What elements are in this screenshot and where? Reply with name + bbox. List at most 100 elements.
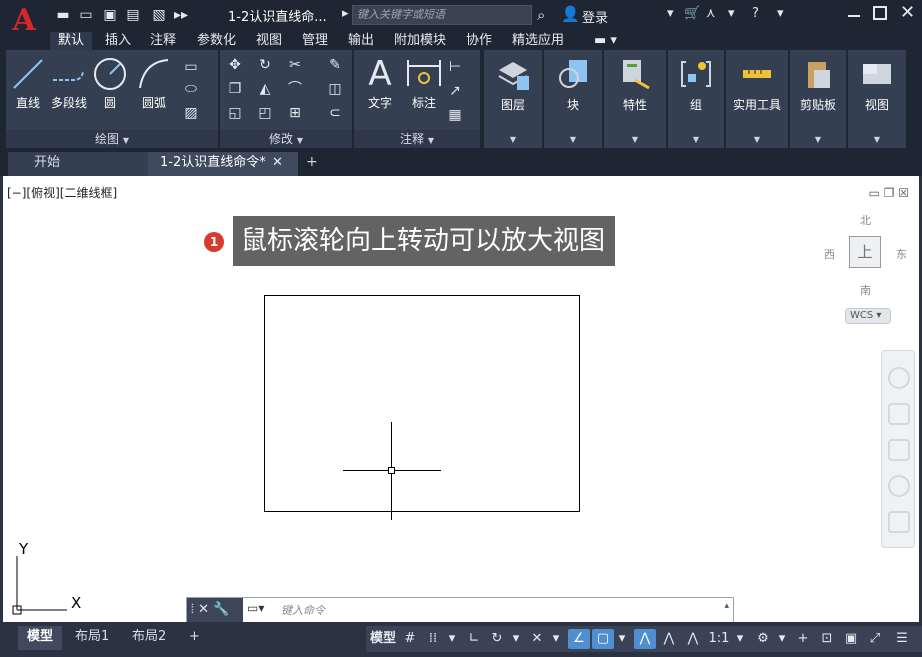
- layers-tool[interactable]: 图层: [484, 54, 542, 113]
- layers-dropdown-icon[interactable]: ▼: [484, 135, 542, 144]
- tab-manage[interactable]: 管理: [302, 32, 328, 50]
- properties-panel[interactable]: 特性 ▼: [604, 50, 666, 148]
- stretch-icon[interactable]: ◱: [226, 104, 244, 122]
- dimension-tool[interactable]: 标注: [404, 54, 444, 111]
- close-icon[interactable]: ✕: [900, 2, 915, 23]
- cmd-expand-icon[interactable]: ▴: [724, 601, 729, 611]
- object-snap-tracking-icon[interactable]: ∠: [568, 629, 590, 649]
- layers-panel[interactable]: 图层 ▼: [484, 50, 542, 148]
- arc-tool[interactable]: 圆弧: [134, 54, 174, 111]
- cmd-close-icon[interactable]: ✕: [198, 602, 209, 617]
- login-button[interactable]: 登录: [582, 7, 608, 26]
- workspace-dropdown-icon[interactable]: ▾: [776, 629, 788, 649]
- block-dropdown-icon[interactable]: ▼: [544, 135, 602, 144]
- layout-tab-2[interactable]: 布局2: [123, 626, 175, 650]
- clipboard-dropdown-icon[interactable]: ▼: [790, 135, 846, 144]
- snap-icon[interactable]: ⁞⁞: [422, 629, 444, 649]
- modify-panel-title[interactable]: 修改 ▼: [220, 130, 352, 148]
- customization-menu-icon[interactable]: ☰: [890, 629, 914, 649]
- model-space-button[interactable]: 模型: [368, 629, 398, 649]
- tab-addins[interactable]: 附加模块: [394, 32, 446, 50]
- clipboard-tool[interactable]: 剪贴板: [790, 54, 846, 113]
- autoscale-icon[interactable]: ⋀: [658, 629, 680, 649]
- wcs-menu[interactable]: WCS ▾: [845, 308, 891, 324]
- showmotion-icon[interactable]: [888, 511, 910, 533]
- groups-panel[interactable]: 组 ▼: [668, 50, 724, 148]
- polar-icon[interactable]: ↻: [486, 629, 508, 649]
- a360-dropdown-icon[interactable]: ▾: [728, 6, 735, 21]
- cmd-grip-handle[interactable]: ⦙: [191, 602, 194, 617]
- hatch-icon[interactable]: ▨: [182, 104, 200, 122]
- ortho-icon[interactable]: ∟: [464, 629, 484, 649]
- leader-icon[interactable]: ↗: [446, 82, 464, 100]
- compass-west[interactable]: 西: [824, 246, 835, 262]
- viewport-restore-icon[interactable]: ❐: [884, 186, 895, 200]
- grid-icon[interactable]: #: [400, 629, 420, 649]
- pan-icon[interactable]: [888, 403, 910, 425]
- array-icon[interactable]: ⊞: [286, 104, 304, 122]
- save-as-icon[interactable]: ▤: [124, 6, 142, 24]
- groups-dropdown-icon[interactable]: ▼: [668, 135, 724, 144]
- orbit-icon[interactable]: [888, 475, 910, 497]
- move-icon[interactable]: ✥: [226, 56, 244, 74]
- scale-icon[interactable]: ◰: [256, 104, 274, 122]
- viewcube[interactable]: 北 西 东 南 上: [818, 212, 908, 322]
- block-tool[interactable]: 块: [544, 54, 602, 113]
- tab-default[interactable]: 默认: [50, 32, 93, 50]
- fullscreen-icon[interactable]: ⤢: [864, 629, 886, 649]
- search-icon[interactable]: ⌕: [537, 6, 545, 24]
- clipboard-panel[interactable]: 剪贴板 ▼: [790, 50, 846, 148]
- polyline-tool[interactable]: 多段线: [48, 54, 90, 111]
- annotation-scale-icon[interactable]: ⋀: [682, 629, 704, 649]
- utilities-panel[interactable]: 实用工具 ▼: [726, 50, 788, 148]
- workspace-gear-icon[interactable]: ⚙: [752, 629, 774, 649]
- login-dropdown-icon[interactable]: ▾: [667, 6, 674, 21]
- trim-icon[interactable]: ✂: [286, 56, 304, 74]
- layout-tab-1[interactable]: 布局1: [66, 626, 118, 650]
- annotation-scale-value[interactable]: 1:1: [706, 629, 732, 649]
- maximize-icon[interactable]: [873, 6, 887, 20]
- draw-panel-title[interactable]: 绘图 ▼: [6, 130, 218, 148]
- a360-icon[interactable]: ⋏: [706, 6, 716, 21]
- close-tab-icon[interactable]: ✕: [272, 152, 283, 174]
- plot-icon[interactable]: ▧: [150, 6, 168, 24]
- viewport-minimize-icon[interactable]: ▭: [868, 186, 879, 200]
- cart-icon[interactable]: 🛒: [684, 6, 700, 21]
- command-input[interactable]: 键入命令: [281, 602, 325, 618]
- explode-icon[interactable]: ◫: [326, 80, 344, 98]
- layout-tab-model[interactable]: 模型: [18, 626, 63, 650]
- user-icon[interactable]: 👤: [561, 5, 580, 23]
- rectangle-icon[interactable]: ▭: [182, 58, 200, 76]
- tab-featured-apps[interactable]: 精选应用: [512, 32, 564, 50]
- linear-dim-icon[interactable]: ⊢: [446, 58, 464, 76]
- scale-dropdown-icon[interactable]: ▾: [734, 629, 746, 649]
- polar-dropdown-icon[interactable]: ▾: [510, 629, 522, 649]
- annotation-monitor-icon[interactable]: +: [792, 629, 814, 649]
- object-snap-icon[interactable]: ▢: [592, 629, 614, 649]
- tab-annotate[interactable]: 注释: [150, 32, 176, 50]
- drawing-canvas[interactable]: [−][俯视][二维线框] ▭ ❐ ☒ 1 鼠标滚轮向上转动可以放大视图 Y X…: [3, 176, 919, 622]
- line-tool[interactable]: 直线: [10, 54, 46, 111]
- fillet-icon[interactable]: ⌒: [286, 80, 304, 98]
- quick-properties-icon[interactable]: ▣: [840, 629, 862, 649]
- help-dropdown-icon[interactable]: ▾: [777, 6, 784, 21]
- more-qat-icon[interactable]: ▸▸: [172, 6, 190, 24]
- new-tab-icon[interactable]: +: [306, 154, 318, 170]
- tab-insert[interactable]: 插入: [105, 32, 131, 50]
- ellipse-icon[interactable]: ⬭: [182, 80, 200, 98]
- add-layout-icon[interactable]: +: [180, 626, 209, 650]
- properties-tool[interactable]: 特性: [604, 54, 666, 113]
- tab-parametric[interactable]: 参数化: [197, 32, 236, 50]
- ribbon-options-icon[interactable]: ▬ ▾: [594, 32, 617, 50]
- rotate-icon[interactable]: ↻: [256, 56, 274, 74]
- open-file-icon[interactable]: ▭: [77, 6, 95, 24]
- text-tool[interactable]: A 文字: [360, 54, 400, 111]
- utilities-tool[interactable]: 实用工具: [726, 54, 788, 113]
- properties-dropdown-icon[interactable]: ▼: [604, 135, 666, 144]
- copy-icon[interactable]: ❐: [226, 80, 244, 98]
- zoom-extents-icon[interactable]: [888, 439, 910, 461]
- help-icon[interactable]: ?: [752, 6, 759, 21]
- block-panel[interactable]: 块 ▼: [544, 50, 602, 148]
- snap-dropdown-icon[interactable]: ▾: [446, 629, 458, 649]
- isodraft-icon[interactable]: ✕: [526, 629, 548, 649]
